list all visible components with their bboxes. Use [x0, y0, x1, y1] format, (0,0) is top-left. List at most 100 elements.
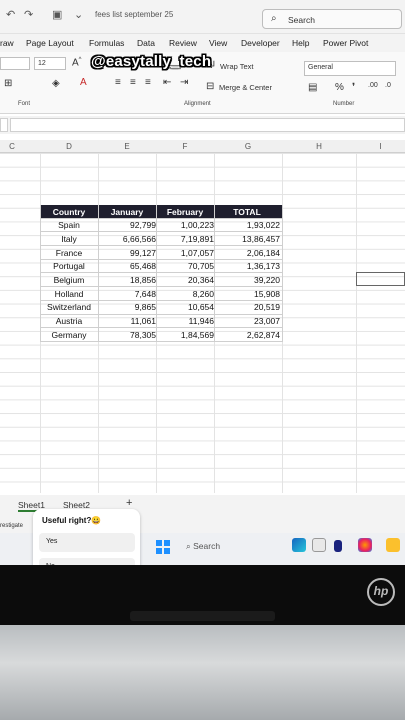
cell[interactable]: 70,705	[156, 261, 214, 271]
cell[interactable]: 78,305	[98, 330, 156, 340]
watermark-handle: @easytally_tech	[91, 53, 212, 70]
col-e[interactable]: E	[98, 142, 156, 151]
cell[interactable]: 11,946	[156, 316, 214, 326]
file-explorer-icon[interactable]	[312, 538, 326, 552]
header-cell[interactable]: Country	[40, 207, 98, 217]
wrap-text-button[interactable]: Wrap Text	[220, 62, 254, 71]
number-format-select[interactable]: General	[304, 61, 396, 76]
outdent-icon[interactable]: ⇥	[180, 77, 188, 88]
header-cell[interactable]: February	[156, 207, 214, 217]
taskbar-search[interactable]: ⌕ Search	[186, 541, 220, 552]
increase-font-icon[interactable]: A^	[72, 57, 82, 68]
cell[interactable]: 20,364	[156, 275, 214, 285]
tab-page-layout[interactable]: Page Layout	[26, 38, 74, 48]
tab-data[interactable]: Data	[137, 38, 155, 48]
comma-style-icon[interactable]: ❜	[352, 82, 355, 93]
cell[interactable]: 99,127	[98, 248, 156, 258]
copilot-icon[interactable]	[292, 538, 306, 552]
redo-icon[interactable]: ↷	[24, 8, 33, 21]
cell[interactable]: 92,799	[98, 220, 156, 230]
tab-review[interactable]: Review	[169, 38, 197, 48]
decrease-decimal-icon[interactable]: .0	[385, 82, 391, 89]
header-cell[interactable]: TOTAL	[214, 207, 280, 217]
cell[interactable]: 1,00,223	[156, 220, 214, 230]
col-f[interactable]: F	[156, 142, 214, 151]
windows-start-icon[interactable]	[156, 540, 170, 554]
cell[interactable]: 13,86,457	[214, 234, 280, 244]
col-c[interactable]: C	[0, 142, 24, 151]
align-right-icon[interactable]: ≡	[145, 77, 151, 88]
cell[interactable]: Germany	[40, 330, 98, 340]
cell[interactable]: Italy	[40, 234, 98, 244]
cell[interactable]: Austria	[40, 316, 98, 326]
increase-decimal-icon[interactable]: .00	[368, 82, 378, 89]
tab-help[interactable]: Help	[292, 38, 309, 48]
font-color-icon[interactable]: A	[80, 77, 87, 88]
accounting-format-icon[interactable]: ▤	[308, 82, 317, 93]
tab-formulas[interactable]: Formulas	[89, 38, 124, 48]
cell[interactable]: 15,908	[214, 289, 280, 299]
col-i[interactable]: I	[356, 142, 405, 151]
formula-input[interactable]	[10, 118, 405, 132]
tab-power-pivot[interactable]: Power Pivot	[323, 38, 368, 48]
cell[interactable]: 2,62,874	[214, 330, 280, 340]
ribbon-tabs: raw Page Layout Formulas Data Review Vie…	[0, 34, 405, 52]
font-name-select[interactable]	[0, 57, 30, 70]
search-box[interactable]: ⌕ Search	[262, 9, 402, 29]
folder-icon[interactable]	[386, 538, 400, 552]
cell[interactable]: 7,648	[98, 289, 156, 299]
undo-icon[interactable]: ↶	[6, 8, 15, 21]
cell[interactable]: 11,061	[98, 316, 156, 326]
header-cell[interactable]: January	[98, 207, 156, 217]
chevron-down-icon[interactable]: ⌄	[74, 8, 83, 21]
cell[interactable]: 2,06,184	[214, 248, 280, 258]
tab-developer[interactable]: Developer	[241, 38, 280, 48]
cell[interactable]: 9,865	[98, 302, 156, 312]
table-row: Germany 78,305 1,84,569 2,62,874	[40, 328, 283, 342]
cell[interactable]: 39,220	[214, 275, 280, 285]
window-icon[interactable]: ▣	[52, 8, 62, 21]
browser-icon[interactable]	[358, 538, 372, 552]
cell[interactable]: Portugal	[40, 261, 98, 271]
table-row: France 99,127 1,07,057 2,06,184	[40, 246, 283, 260]
hinge	[130, 611, 275, 621]
cell[interactable]: 20,519	[214, 302, 280, 312]
percent-icon[interactable]: %	[335, 82, 344, 93]
expand-icon[interactable]	[0, 118, 8, 132]
cell[interactable]: 1,07,057	[156, 248, 214, 258]
cell[interactable]: 8,260	[156, 289, 214, 299]
cell[interactable]: Switzerland	[40, 302, 98, 312]
cell[interactable]: 1,93,022	[214, 220, 280, 230]
cell[interactable]: 10,654	[156, 302, 214, 312]
merge-icon: ⊟	[206, 81, 215, 92]
cell[interactable]: France	[40, 248, 98, 258]
borders-icon[interactable]: ⊞	[4, 78, 12, 89]
fill-color-icon[interactable]: ◈	[52, 78, 60, 89]
app-icon[interactable]	[334, 540, 342, 552]
add-sheet-button[interactable]: +	[126, 497, 132, 509]
cell[interactable]: 23,007	[214, 316, 280, 326]
col-h[interactable]: H	[282, 142, 356, 151]
align-left-icon[interactable]: ≡	[115, 77, 121, 88]
cell[interactable]: 1,84,569	[156, 330, 214, 340]
font-size-select[interactable]: 12	[34, 57, 66, 70]
cell[interactable]: 6,66,566	[98, 234, 156, 244]
poll-option-yes[interactable]: Yes	[39, 533, 135, 552]
cell[interactable]: Holland	[40, 289, 98, 299]
cell[interactable]: 18,856	[98, 275, 156, 285]
col-g[interactable]: G	[214, 142, 282, 151]
cell[interactable]: 65,468	[98, 261, 156, 271]
cell[interactable]: Belgium	[40, 275, 98, 285]
align-center-icon[interactable]: ≡	[130, 77, 136, 88]
indent-icon[interactable]: ⇤	[163, 77, 171, 88]
col-d[interactable]: D	[40, 142, 98, 151]
tab-draw[interactable]: raw	[0, 38, 14, 48]
cell[interactable]: 7,19,891	[156, 234, 214, 244]
merge-center-button[interactable]: Merge & Center	[219, 83, 272, 92]
hp-logo: hp	[367, 578, 395, 606]
selected-cell[interactable]	[356, 272, 405, 286]
tab-view[interactable]: View	[209, 38, 227, 48]
group-label-alignment: Alignment	[184, 101, 211, 107]
cell[interactable]: Spain	[40, 220, 98, 230]
cell[interactable]: 1,36,173	[214, 261, 280, 271]
